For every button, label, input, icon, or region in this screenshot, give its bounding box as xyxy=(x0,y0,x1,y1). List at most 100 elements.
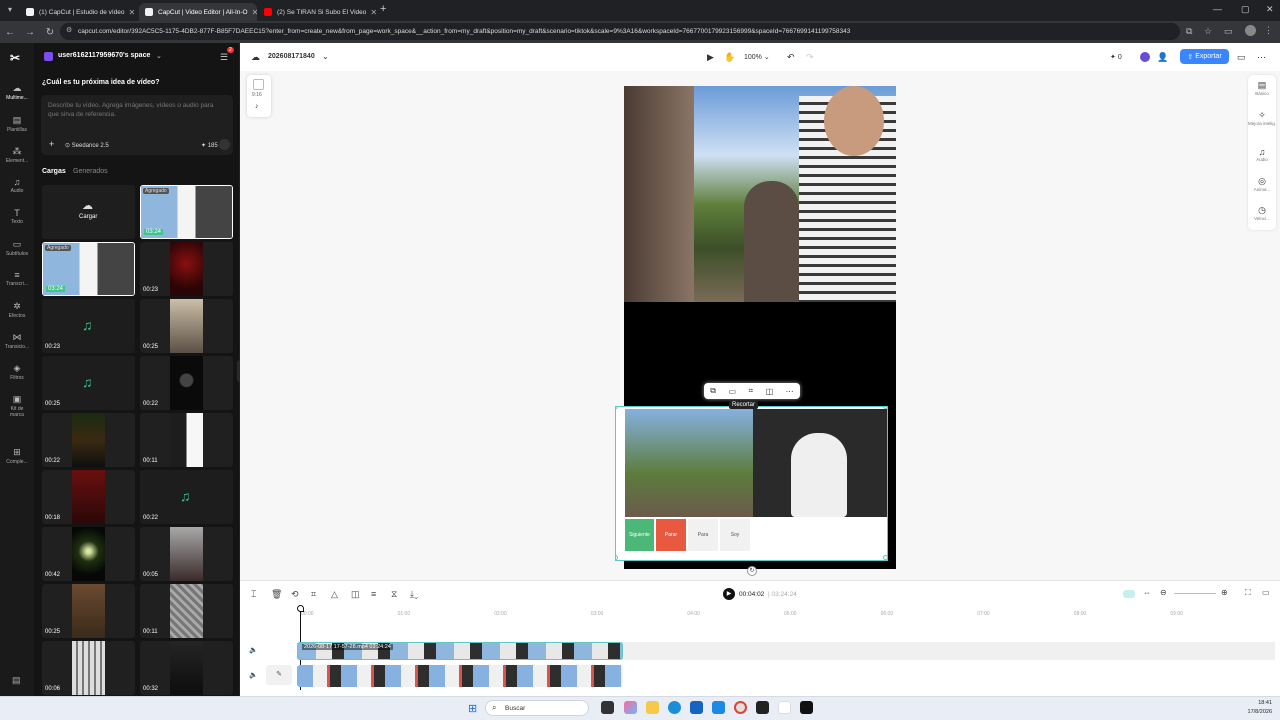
site-info-icon[interactable]: ⚙ xyxy=(66,26,72,34)
export-button[interactable]: ⇧ Exportar xyxy=(1180,49,1229,64)
credits-indicator[interactable]: ✦ 0 xyxy=(1110,53,1122,61)
notepad-icon[interactable] xyxy=(778,701,791,714)
pointer-tool-icon[interactable]: ▶ xyxy=(707,52,714,63)
mute-main-track-icon[interactable]: 🔈 xyxy=(249,671,258,679)
resize-handle[interactable] xyxy=(883,555,887,560)
tool-basico[interactable]: ▤ Básico xyxy=(1248,80,1276,96)
nav-complementos[interactable]: ⊞ Comple... xyxy=(0,447,34,465)
tool-audio[interactable]: ♫ Audio xyxy=(1248,147,1276,162)
crop-icon[interactable]: ⌗ xyxy=(749,386,754,396)
hand-tool-icon[interactable]: ✋ xyxy=(724,52,735,63)
delete-icon[interactable]: 🗑 xyxy=(271,589,282,600)
profile-avatar[interactable] xyxy=(1245,25,1256,36)
back-icon[interactable]: ← xyxy=(0,27,20,38)
download-icon[interactable]: ⤓⌄ xyxy=(410,589,418,600)
tab-cargas[interactable]: Cargas xyxy=(42,168,66,175)
new-tab-button[interactable]: + xyxy=(380,3,386,15)
forward-icon[interactable]: → xyxy=(20,27,40,38)
file-explorer-icon[interactable] xyxy=(646,701,659,714)
media-thumbnail[interactable]: Agregado 03:24 xyxy=(140,185,233,239)
undo-icon[interactable]: ↶ xyxy=(787,52,795,63)
resize-handle[interactable] xyxy=(616,555,618,560)
upload-button[interactable]: ☁ Cargar xyxy=(42,185,135,239)
resize-handle[interactable] xyxy=(883,407,887,409)
media-thumbnail[interactable]: ♫ 00:25 xyxy=(42,356,135,410)
app-icon[interactable] xyxy=(756,701,769,714)
ai-prompt-box[interactable]: Describe tu vídeo. Agrega imágenes, víde… xyxy=(41,95,233,155)
zoom-slider[interactable] xyxy=(1174,593,1216,594)
close-tab-icon[interactable]: ✕ xyxy=(366,8,376,17)
reverse-icon[interactable]: ⟲ xyxy=(291,589,299,600)
copilot-icon[interactable] xyxy=(624,701,637,714)
media-thumbnail[interactable]: 00:42 xyxy=(42,527,135,581)
media-thumbnail[interactable]: 00:32 xyxy=(140,641,233,695)
mute-track-icon[interactable]: 🔈 xyxy=(249,646,258,654)
tab-generados[interactable]: Generados xyxy=(73,168,108,175)
media-thumbnail[interactable]: 00:23 xyxy=(140,242,233,296)
chevron-down-icon[interactable]: ⌄ xyxy=(322,52,329,61)
adjust-icon[interactable]: ≡ xyxy=(371,589,376,599)
playhead-handle[interactable] xyxy=(297,605,304,612)
tab-youtube[interactable]: (2) Se TIRAN Si Subo El Video ✕ xyxy=(258,3,376,21)
browser-menu-icon[interactable]: ⋮ xyxy=(1264,25,1273,36)
play-button[interactable]: ▶ xyxy=(723,588,735,600)
tool-velocidad[interactable]: ◷ Veloci... xyxy=(1248,205,1276,221)
nav-transcripcion[interactable]: ≡ Transcri... xyxy=(0,270,34,287)
nav-plantillas[interactable]: ▤ Plantillas xyxy=(0,115,34,133)
media-thumbnail[interactable]: 00:22 xyxy=(42,413,135,467)
workspace-name[interactable]: user6162117959670's space xyxy=(58,52,150,59)
mask-icon[interactable]: ◫ xyxy=(766,387,774,396)
rotate-handle-icon[interactable]: ↻ xyxy=(747,566,757,576)
media-thumbnail[interactable]: 00:22 xyxy=(140,356,233,410)
selected-overlay-clip[interactable]: Siguiente Parar Para Soy xyxy=(615,406,888,561)
minimize-icon[interactable]: — xyxy=(1213,4,1222,14)
task-view-icon[interactable] xyxy=(601,701,614,714)
media-thumbnail[interactable]: 00:06 xyxy=(42,641,135,695)
cover-button[interactable]: ✎ xyxy=(266,665,292,685)
nav-elementos[interactable]: ⁂ Element... xyxy=(0,146,34,164)
fullscreen-icon[interactable]: ⛶ xyxy=(1245,588,1251,598)
split-view-icon[interactable]: ⇔ xyxy=(1143,588,1151,597)
overlay-clip[interactable]: 2026-08-17 17-57-28.mp4 03:24:24 xyxy=(297,642,623,660)
nav-efectos[interactable]: ✲ Efectos xyxy=(0,301,34,319)
nav-texto[interactable]: T Texto xyxy=(0,208,34,225)
more-icon[interactable]: ⋯ xyxy=(1257,52,1266,63)
media-thumbnail[interactable]: 00:05 xyxy=(140,527,233,581)
aspect-ratio-widget[interactable]: 9:16 ♪ xyxy=(247,75,271,117)
redo-icon[interactable]: ↷ xyxy=(806,52,814,63)
more-icon[interactable]: ⋯ xyxy=(786,387,794,396)
url-bar[interactable]: ⚙ capcut.com/editor/392AC5C5-1175-4DB2-8… xyxy=(60,23,1180,40)
caption-icon[interactable]: ▭ xyxy=(728,387,736,396)
nav-filtros[interactable]: ◈ Filtros xyxy=(0,363,34,381)
video-preview[interactable]: Siguiente Parar Para Soy xyxy=(615,86,896,569)
reload-icon[interactable]: ↻ xyxy=(40,27,60,38)
present-icon[interactable]: ▭ xyxy=(1237,52,1246,63)
model-selector[interactable]: ⊙ Seedance 2.5 xyxy=(65,142,109,149)
install-app-icon[interactable]: ⧉ xyxy=(1186,26,1192,37)
extensions-icon[interactable]: ▭ xyxy=(1224,26,1233,37)
project-name[interactable]: 202608171840 xyxy=(268,53,315,60)
edge-icon[interactable] xyxy=(668,701,681,714)
media-thumbnail[interactable]: 00:25 xyxy=(140,299,233,353)
media-thumbnail[interactable]: 00:11 xyxy=(140,584,233,638)
remove-bg-icon[interactable]: ⧖ xyxy=(391,589,397,600)
freeze-icon[interactable]: ◫ xyxy=(351,589,360,600)
mirror-icon[interactable]: △ xyxy=(331,589,338,600)
zoom-selector[interactable]: 100% ⌄ xyxy=(744,53,770,61)
nav-multimedia[interactable]: ☁ Multime... xyxy=(0,83,34,101)
zoom-out-icon[interactable]: ⊖ xyxy=(1160,588,1167,597)
media-thumbnail[interactable]: 00:25 xyxy=(42,584,135,638)
media-thumbnail[interactable]: ♫ 00:23 xyxy=(42,299,135,353)
share-user-icon[interactable]: 👤 xyxy=(1157,52,1168,63)
nav-transiciones[interactable]: ⋈ Transicio... xyxy=(0,332,34,350)
bookmark-star-icon[interactable]: ☆ xyxy=(1204,26,1212,37)
shortcuts-icon[interactable]: ▤ xyxy=(12,675,21,686)
monitor-icon[interactable]: ▭ xyxy=(1262,588,1270,597)
close-tab-icon[interactable]: ✕ xyxy=(125,8,136,17)
media-thumbnail[interactable]: 00:18 xyxy=(42,470,135,524)
store-icon[interactable] xyxy=(690,701,703,714)
nav-audio[interactable]: ♫ Audio xyxy=(0,177,34,194)
main-video-clip[interactable] xyxy=(297,665,623,687)
media-thumbnail[interactable]: 00:11 xyxy=(140,413,233,467)
replace-icon[interactable]: ⧉ xyxy=(710,386,716,396)
